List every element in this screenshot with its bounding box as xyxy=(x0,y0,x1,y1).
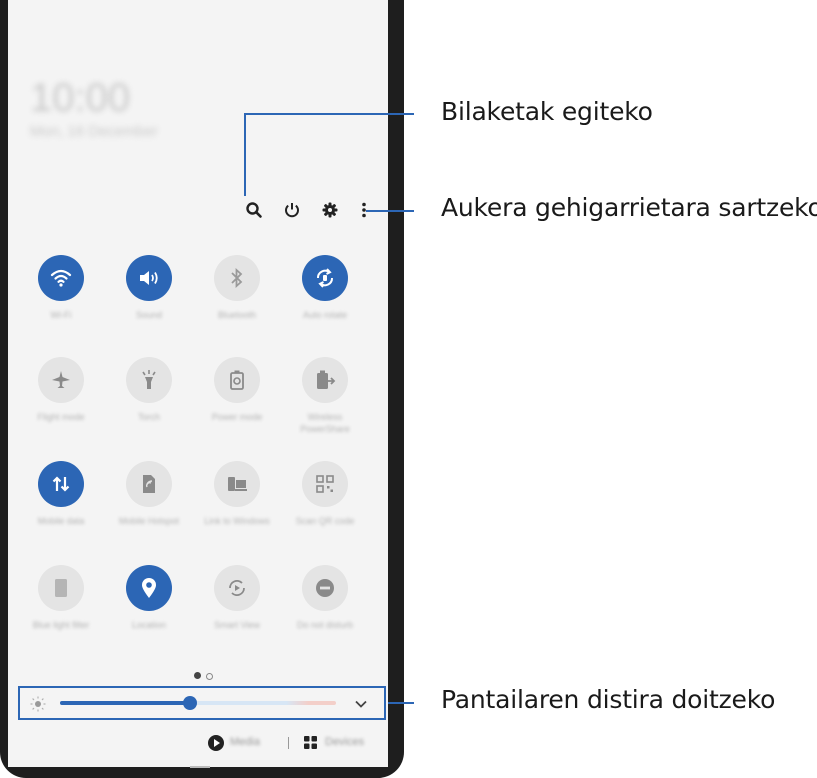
bottom-bar: Media Devices xyxy=(8,722,388,767)
tile-scan-qr-code[interactable]: Scan QR code xyxy=(295,461,355,561)
divider xyxy=(288,737,289,749)
bluetooth-icon xyxy=(214,255,260,301)
tile-wifi[interactable]: Wi-Fi xyxy=(31,255,91,355)
qr-icon xyxy=(302,461,348,507)
tile-blue-light-filter[interactable]: Blue light filter xyxy=(31,565,91,665)
brightness-slider-thumb[interactable] xyxy=(182,696,197,710)
mobile-data-icon xyxy=(38,461,84,507)
tile-label: Sound xyxy=(135,310,163,320)
tile-label: Wi-Fi xyxy=(50,310,72,320)
tile-smart-view[interactable]: Smart View xyxy=(207,565,267,665)
torch-icon xyxy=(126,357,172,403)
media-label: Media xyxy=(230,736,260,748)
power-button[interactable] xyxy=(280,197,304,223)
tile-auto-rotate[interactable]: Auto rotate xyxy=(295,255,355,355)
callout-line-brightness xyxy=(388,702,414,704)
tile-mobile-hotspot[interactable]: Mobile Hotspot xyxy=(119,461,179,561)
page-dot-active[interactable] xyxy=(194,672,201,679)
search-button[interactable] xyxy=(242,197,266,223)
tile-label: Mobile Hotspot xyxy=(118,516,180,526)
gear-icon xyxy=(322,202,338,218)
power-mode-icon xyxy=(214,357,260,403)
power-icon xyxy=(285,203,299,218)
gesture-handle xyxy=(190,766,210,768)
tile-label: Scan QR code xyxy=(295,516,355,526)
devices-label: Devices xyxy=(325,736,365,748)
tile-label: Smart View xyxy=(214,620,260,630)
brightness-track[interactable] xyxy=(60,696,336,710)
tile-wireless-powershare[interactable]: Wireless PowerShare xyxy=(295,357,355,457)
callout-line-search-vertical xyxy=(244,113,246,196)
tile-label: Power mode xyxy=(211,412,263,422)
play-triangle xyxy=(214,739,220,747)
tile-torch[interactable]: Torch xyxy=(119,357,179,457)
tile-label: Location xyxy=(131,620,167,630)
callout-search: Bilaketak egiteko xyxy=(441,97,653,126)
tile-label: Blue light filter xyxy=(32,620,90,630)
tile-power-mode[interactable]: Power mode xyxy=(207,357,267,457)
powershare-icon xyxy=(302,357,348,403)
sound-icon xyxy=(126,255,172,301)
callout-line-search xyxy=(244,113,414,115)
airplane-icon xyxy=(38,357,84,403)
phone: 10:00 Mon, 16 December Wi-Fi Sound Bluet… xyxy=(0,0,404,778)
callout-brightness: Pantailaren distira doitzeko xyxy=(441,685,776,714)
tile-label: Torch xyxy=(137,412,160,422)
callout-line-more xyxy=(366,210,414,212)
wifi-icon xyxy=(38,255,84,301)
clock: 10:00 xyxy=(30,76,131,120)
tile-label: Flight mode xyxy=(37,412,85,422)
tile-flight-mode[interactable]: Flight mode xyxy=(31,357,91,457)
tile-label: Link to Windows xyxy=(204,516,270,526)
settings-button[interactable] xyxy=(318,197,342,223)
search-icon xyxy=(246,202,262,218)
tile-sound[interactable]: Sound xyxy=(119,255,179,355)
quick-panel: 10:00 Mon, 16 December Wi-Fi Sound Bluet… xyxy=(8,0,388,768)
autorotate-icon xyxy=(302,255,348,301)
tile-label: Mobile data xyxy=(37,516,85,526)
tile-location[interactable]: Location xyxy=(119,565,179,665)
tile-mobile-data[interactable]: Mobile data xyxy=(31,461,91,561)
brightness-fill xyxy=(60,701,190,705)
devices-button[interactable]: Devices xyxy=(303,732,378,754)
brightness-control xyxy=(18,686,386,720)
tile-label: Do not disturb xyxy=(296,620,354,630)
date: Mon, 16 December xyxy=(30,123,158,140)
media-button[interactable]: Media xyxy=(208,732,278,754)
page-dot[interactable] xyxy=(206,672,213,680)
callout-more: Aukera gehigarrietara sartzeko xyxy=(441,193,817,222)
location-icon xyxy=(126,565,172,611)
tile-link-to-windows[interactable]: Link to Windows xyxy=(204,461,270,561)
hotspot-icon xyxy=(126,461,172,507)
tile-do-not-disturb[interactable]: Do not disturb xyxy=(295,565,355,665)
chevron-down-icon[interactable] xyxy=(354,698,368,710)
tile-label: Wireless PowerShare xyxy=(300,412,350,434)
tile-label: Bluetooth xyxy=(217,310,257,320)
page-indicator xyxy=(186,672,226,680)
quick-panel-toolbar xyxy=(238,197,378,225)
bluelight-icon xyxy=(38,565,84,611)
sun-icon xyxy=(30,696,46,712)
link-windows-icon xyxy=(214,461,260,507)
tile-bluetooth[interactable]: Bluetooth xyxy=(207,255,267,355)
smartview-icon xyxy=(214,565,260,611)
devices-grid-icon xyxy=(304,736,317,749)
dnd-icon xyxy=(302,565,348,611)
tile-label: Auto rotate xyxy=(302,310,348,320)
